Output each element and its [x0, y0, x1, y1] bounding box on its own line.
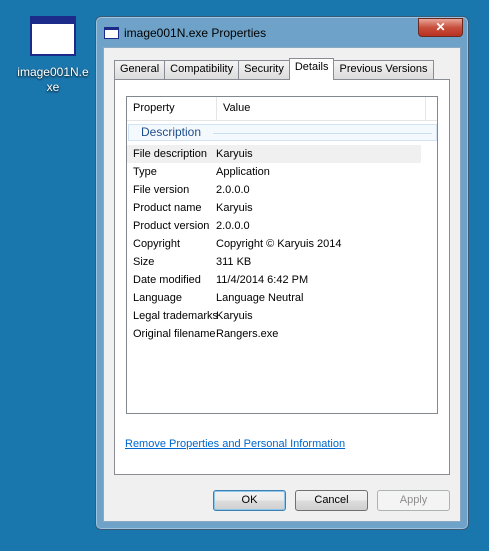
close-icon: ✕: [435, 20, 446, 34]
exe-file-icon: [104, 27, 119, 39]
tab-previous-versions[interactable]: Previous Versions: [333, 60, 434, 79]
property-value: Karyuis: [216, 310, 253, 322]
property-value: 2.0.0.0: [216, 184, 250, 196]
details-list[interactable]: Property Value Description File descript…: [126, 96, 438, 414]
list-row[interactable]: Product version 2.0.0.0: [127, 217, 437, 235]
property-name: Legal trademarks: [133, 310, 218, 322]
window-title: image001N.exe Properties: [124, 26, 267, 40]
list-row[interactable]: Original filename Rangers.exe: [127, 325, 437, 343]
list-row[interactable]: File description Karyuis: [127, 145, 421, 163]
list-row[interactable]: Type Application: [127, 163, 437, 181]
property-name: Original filename: [133, 328, 216, 340]
dialog-client-area: General Compatibility Security Details P…: [103, 47, 461, 522]
properties-window: image001N.exe Properties ✕ General Compa…: [95, 16, 469, 530]
property-value: 11/4/2014 6:42 PM: [216, 274, 309, 286]
apply-button[interactable]: Apply: [377, 490, 450, 511]
property-name: File description: [133, 148, 207, 160]
property-value: Copyright © Karyuis 2014: [216, 238, 342, 250]
details-tab-page: Property Value Description File descript…: [114, 79, 450, 475]
list-row[interactable]: Legal trademarks Karyuis: [127, 307, 437, 325]
dialog-buttons: OK Cancel Apply: [204, 490, 450, 511]
property-name: Copyright: [133, 238, 181, 250]
property-name: Date modified: [133, 274, 201, 286]
title-bar[interactable]: image001N.exe Properties ✕: [96, 17, 468, 47]
tab-strip: General Compatibility Security Details P…: [114, 58, 434, 80]
property-name: Product version: [133, 220, 210, 232]
list-row[interactable]: File version 2.0.0.0: [127, 181, 437, 199]
column-header-property[interactable]: Property: [127, 97, 217, 120]
list-row[interactable]: Copyright Copyright © Karyuis 2014: [127, 235, 437, 253]
desktop: image001N.e xe image001N.exe Properties …: [0, 0, 489, 551]
property-value: Language Neutral: [216, 292, 304, 304]
desktop-file-item[interactable]: image001N.e xe: [14, 16, 92, 95]
tab-security[interactable]: Security: [238, 60, 290, 79]
close-button[interactable]: ✕: [418, 18, 463, 37]
tab-compatibility[interactable]: Compatibility: [164, 60, 240, 79]
property-value: Rangers.exe: [216, 328, 279, 340]
group-divider: [213, 133, 432, 134]
property-value: Karyuis: [216, 202, 253, 214]
list-header: Property Value: [127, 97, 437, 121]
property-value: 2.0.0.0: [216, 220, 250, 232]
group-header-description[interactable]: Description: [128, 124, 437, 141]
remove-properties-link[interactable]: Remove Properties and Personal Informati…: [125, 438, 345, 450]
list-row[interactable]: Language Language Neutral: [127, 289, 437, 307]
list-row[interactable]: Date modified 11/4/2014 6:42 PM: [127, 271, 437, 289]
tab-general[interactable]: General: [114, 60, 166, 79]
desktop-file-label: image001N.e xe: [17, 65, 89, 94]
property-name: File version: [133, 184, 190, 196]
property-name: Type: [133, 166, 157, 178]
property-value: Karyuis: [216, 148, 253, 160]
tab-details[interactable]: Details: [288, 58, 335, 80]
property-name: Size: [133, 256, 155, 268]
property-name: Language: [133, 292, 182, 304]
list-row[interactable]: Size 311 KB: [127, 253, 437, 271]
column-header-value[interactable]: Value: [217, 97, 426, 120]
cancel-button[interactable]: Cancel: [295, 490, 368, 511]
ok-button[interactable]: OK: [213, 490, 286, 511]
exe-file-icon: [30, 16, 76, 56]
property-name: Product name: [133, 202, 202, 214]
property-value: 311 KB: [216, 256, 252, 268]
column-header-filler: [426, 97, 437, 120]
property-value: Application: [216, 166, 270, 178]
list-row[interactable]: Product name Karyuis: [127, 199, 437, 217]
group-header-label: Description: [141, 125, 202, 139]
